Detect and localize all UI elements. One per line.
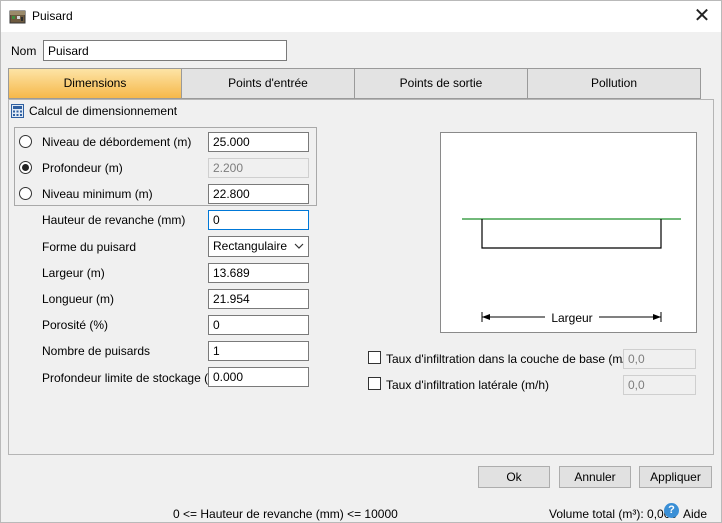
tab-pollution[interactable]: Pollution (528, 68, 701, 99)
sizing-calculation-label: Calcul de dimensionnement (29, 104, 178, 118)
help-link[interactable]: Aide (683, 507, 707, 521)
longueur-input[interactable] (208, 289, 309, 309)
largeur-input[interactable] (208, 263, 309, 283)
tab-bar: Dimensions Points d'entrée Points de sor… (8, 68, 701, 99)
niveau-minimum-label: Niveau minimum (m) (42, 187, 153, 201)
hauteur-revanche-label: Hauteur de revanche (mm) (42, 213, 186, 227)
sizing-calculation-button[interactable]: Calcul de dimensionnement (11, 104, 177, 118)
radio-niveau-debordement[interactable] (19, 135, 32, 148)
calculator-icon (11, 104, 24, 118)
cancel-button[interactable]: Annuler (559, 466, 631, 488)
sump-section-outline (481, 219, 662, 249)
right-arrow-icon (653, 314, 661, 320)
nombre-puisards-input[interactable] (208, 341, 309, 361)
dialog-window: Puisard ✕ Nom Dimensions Points d'entrée… (0, 0, 722, 523)
nombre-puisards-label: Nombre de puisards (42, 344, 151, 358)
infiltration-base-input (623, 349, 696, 369)
title-bar: Puisard ✕ (1, 1, 721, 32)
hauteur-revanche-input[interactable] (208, 210, 309, 230)
infiltration-laterale-checkbox[interactable] (368, 377, 381, 390)
left-arrow-icon (482, 314, 490, 320)
name-input[interactable] (43, 40, 287, 61)
infiltration-laterale-label: Taux d'infiltration latérale (m/h) (386, 378, 550, 392)
niveau-minimum-input[interactable] (208, 184, 309, 204)
profondeur-limite-input[interactable] (208, 367, 309, 387)
radio-niveau-minimum[interactable] (19, 187, 32, 200)
infiltration-base-checkbox[interactable] (368, 351, 381, 364)
niveau-debordement-label: Niveau de débordement (m) (42, 135, 192, 149)
close-button[interactable]: ✕ (689, 4, 715, 30)
tab-dimensions[interactable]: Dimensions (8, 68, 182, 99)
ok-button[interactable]: Ok (478, 466, 550, 488)
sump-app-icon (9, 10, 26, 24)
name-label: Nom (11, 44, 37, 58)
tab-points-sortie[interactable]: Points de sortie (355, 68, 528, 99)
porosite-input[interactable] (208, 315, 309, 335)
window-title: Puisard (32, 9, 73, 23)
infiltration-base-label: Taux d'infiltration dans la couche de ba… (386, 352, 637, 366)
forme-puisard-label: Forme du puisard (42, 240, 137, 254)
radio-profondeur[interactable] (19, 161, 32, 174)
profondeur-input (208, 158, 309, 178)
apply-button[interactable]: Appliquer (639, 466, 712, 488)
tab-points-entree[interactable]: Points d'entrée (182, 68, 355, 99)
constraint-status: 0 <= Hauteur de revanche (mm) <= 10000 (173, 507, 398, 521)
help-icon[interactable]: ? (664, 503, 679, 518)
sump-diagram: Largeur (440, 132, 697, 333)
porosite-label: Porosité (%) (42, 318, 109, 332)
infiltration-laterale-input (623, 375, 696, 395)
profondeur-label: Profondeur (m) (42, 161, 123, 175)
width-dimension-label: Largeur (551, 311, 592, 325)
close-icon: ✕ (693, 5, 711, 27)
largeur-label: Largeur (m) (42, 266, 105, 280)
profondeur-limite-label: Profondeur limite de stockage (m) (42, 371, 223, 385)
niveau-debordement-input[interactable] (208, 132, 309, 152)
volume-total-status: Volume total (m³): 0,000 (549, 507, 678, 521)
chevron-down-icon (294, 243, 304, 249)
sump-diagram-drawing: Largeur (462, 218, 681, 325)
longueur-label: Longueur (m) (42, 292, 115, 306)
forme-puisard-value: Rectangulaire (213, 239, 288, 253)
forme-puisard-select[interactable]: Rectangulaire (208, 236, 309, 257)
